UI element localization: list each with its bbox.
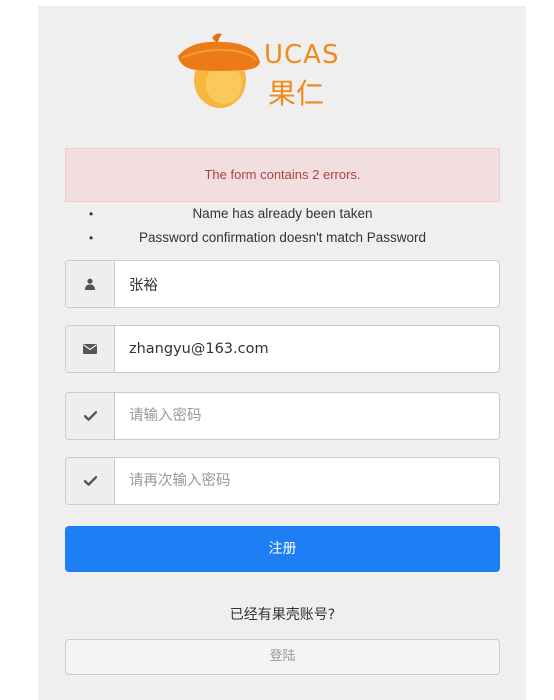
bullet: • [89,231,94,245]
logo: UCAS 果仁 [172,32,392,112]
error-summary: The form contains 2 errors. [65,148,500,202]
logo-text-cn: 果仁 [268,77,325,110]
error-list: • Name has already been taken • Password… [65,202,500,250]
error-list-item: • Name has already been taken [65,202,500,226]
password-input[interactable] [115,393,499,439]
error-text: Name has already been taken [192,206,373,221]
name-input[interactable] [115,261,499,307]
email-addon [66,326,115,372]
email-input-group [65,325,500,373]
check-icon [83,411,97,421]
password-addon [66,393,115,439]
envelope-icon [83,344,97,354]
bullet: • [89,207,94,221]
error-text: Password confirmation doesn't match Pass… [139,230,426,245]
check-icon [83,476,97,486]
user-icon [85,278,95,290]
error-list-item: • Password confirmation doesn't match Pa… [65,226,500,250]
name-input-group [65,260,500,308]
have-account-prompt: 已经有果壳账号? [229,607,336,623]
logo-text-en: UCAS [264,40,340,70]
email-input[interactable] [115,326,499,372]
password-confirm-input-group [65,457,500,505]
acorn-icon [178,33,260,108]
name-addon [66,261,115,307]
register-button[interactable]: 注册 [65,526,500,572]
password-input-group [65,392,500,440]
password-confirm-addon [66,458,115,504]
login-button[interactable]: 登陆 [65,639,500,675]
password-confirm-input[interactable] [115,458,499,504]
